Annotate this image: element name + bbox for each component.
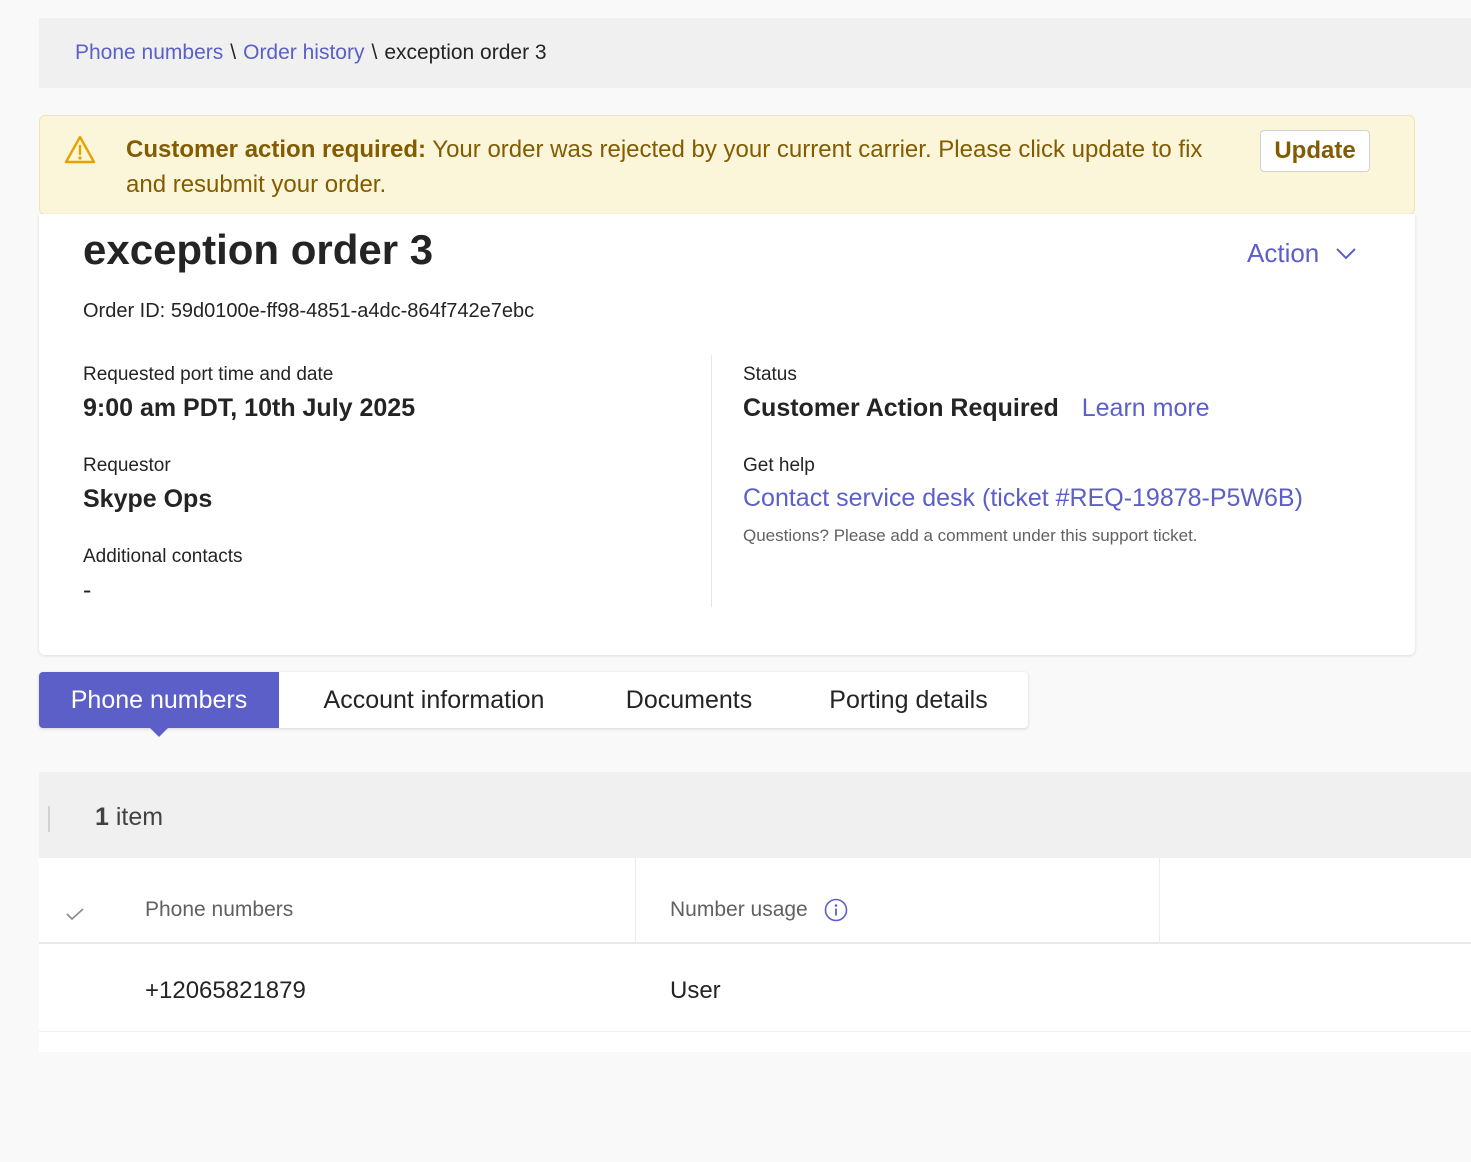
- get-help-label: Get help: [743, 455, 815, 476]
- breadcrumb-order-history[interactable]: Order history: [243, 41, 364, 65]
- column-header-number-usage[interactable]: Number usage: [670, 898, 848, 922]
- action-menu-button[interactable]: Action: [1247, 238, 1357, 269]
- info-icon[interactable]: [824, 898, 848, 922]
- order-id-label: Order ID:: [83, 300, 166, 322]
- list-toolbar: 1 item: [39, 772, 1471, 858]
- breadcrumb-separator: \: [230, 41, 237, 64]
- cell-phone-number: +12065821879: [145, 977, 306, 1004]
- learn-more-link[interactable]: Learn more: [1082, 394, 1210, 422]
- breadcrumb-current: exception order 3: [384, 41, 547, 64]
- action-required-banner: Customer action required: Your order was…: [39, 115, 1415, 215]
- toolbar-separator: [48, 806, 50, 832]
- page-title: exception order 3: [83, 226, 434, 273]
- chevron-down-icon: [1336, 247, 1356, 259]
- column-header-phone-numbers-label: Phone numbers: [145, 898, 294, 921]
- contacts-label: Additional contacts: [83, 546, 243, 567]
- help-note: Questions? Please add a comment under th…: [743, 526, 1198, 545]
- breadcrumb: Phone numbers \ Order history \ exceptio…: [39, 18, 1471, 88]
- tab-documents[interactable]: Documents: [589, 672, 789, 728]
- status-value-row: Customer Action Required Learn more: [743, 394, 1210, 423]
- column-header-number-usage-label: Number usage: [670, 898, 808, 921]
- order-details-card: exception order 3 Action Order ID: 59d01…: [39, 214, 1415, 655]
- table-row[interactable]: +12065821879 User: [39, 944, 1471, 1032]
- action-label: Action: [1247, 238, 1320, 268]
- banner-title: Customer action required:: [126, 136, 427, 163]
- column-resize-handle[interactable]: [635, 858, 636, 944]
- tab-bar: Phone numbers Account information Docume…: [39, 672, 1028, 728]
- item-count: 1 item: [95, 803, 163, 832]
- port-time-label: Requested port time and date: [83, 364, 334, 385]
- contact-service-desk-link[interactable]: Contact service desk (ticket #REQ-19878-…: [743, 484, 1303, 513]
- requestor-label: Requestor: [83, 455, 171, 476]
- select-all-checkmark-icon[interactable]: [65, 906, 85, 922]
- requestor-value: Skype Ops: [83, 485, 213, 513]
- tab-account-information[interactable]: Account information: [279, 672, 589, 728]
- status-label: Status: [743, 364, 797, 385]
- column-divider: [711, 355, 712, 607]
- tab-phone-numbers[interactable]: Phone numbers: [39, 672, 279, 728]
- tab-porting-details[interactable]: Porting details: [789, 672, 1028, 728]
- cell-number-usage: User: [670, 977, 721, 1004]
- column-header-phone-numbers[interactable]: Phone numbers: [145, 898, 293, 922]
- banner-message-block: Customer action required: Your order was…: [126, 132, 1226, 214]
- breadcrumb-phone-numbers[interactable]: Phone numbers: [75, 41, 223, 65]
- item-count-number: 1: [95, 803, 109, 831]
- contacts-value: -: [83, 576, 92, 604]
- status-value: Customer Action Required: [743, 394, 1059, 422]
- order-id: Order ID: 59d0100e-ff98-4851-a4dc-864f74…: [83, 300, 534, 323]
- table-header: Phone numbers Number usage: [39, 858, 1471, 944]
- warning-icon: [64, 135, 96, 164]
- update-button[interactable]: Update: [1260, 130, 1370, 172]
- column-resize-handle[interactable]: [1159, 858, 1160, 944]
- phone-numbers-list: 1 item Phone numbers Number usage +12065…: [39, 772, 1471, 1052]
- phone-numbers-table: Phone numbers Number usage +12065821879 …: [39, 858, 1471, 1052]
- port-time-value: 9:00 am PDT, 10th July 2025: [83, 394, 416, 422]
- order-id-value: 59d0100e-ff98-4851-a4dc-864f742e7ebc: [170, 300, 535, 322]
- breadcrumb-separator: \: [371, 41, 378, 64]
- item-count-suffix: item: [108, 803, 164, 831]
